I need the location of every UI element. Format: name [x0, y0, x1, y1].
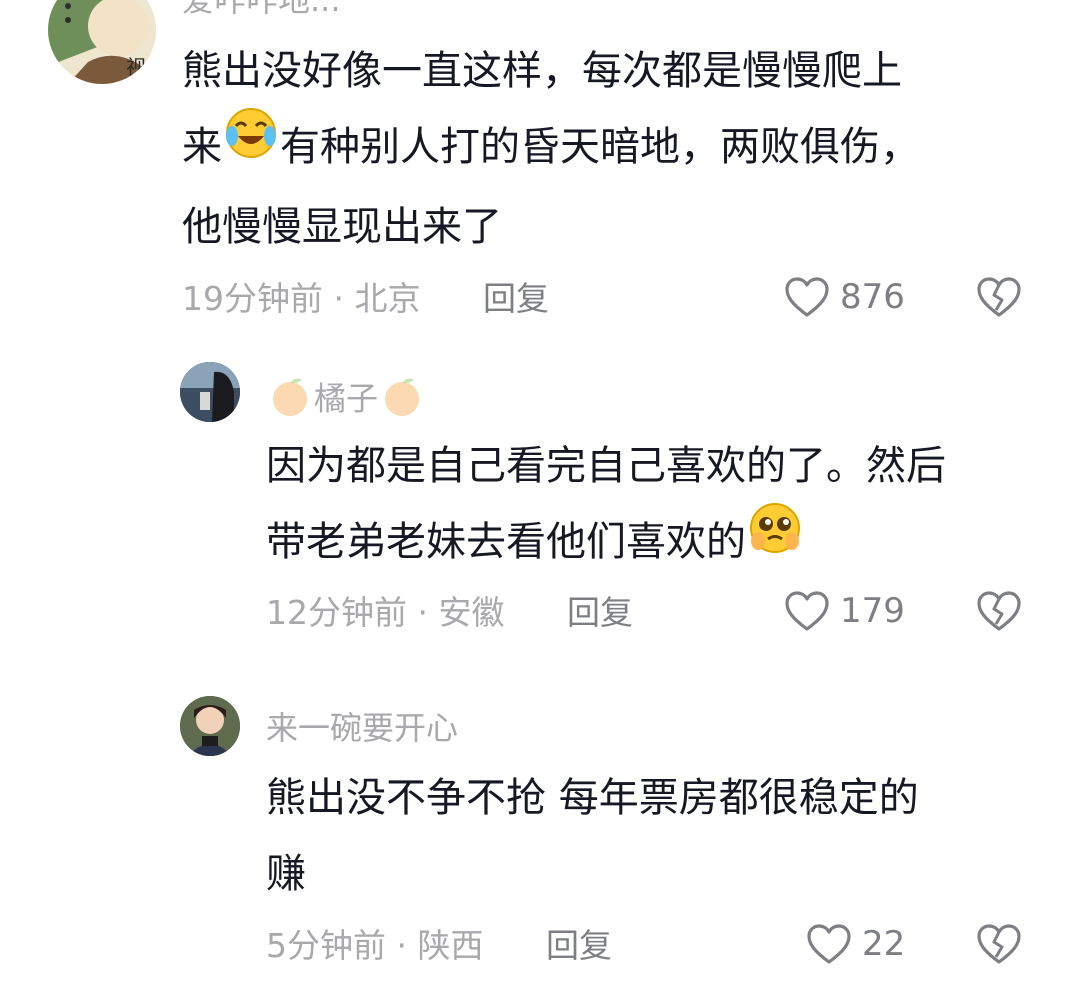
comment-text: 熊出没好像一直这样，每次都是慢慢爬上 来 有种别人打的昏天暗地，两败俱伤， 他慢… [182, 33, 920, 265]
comment-text-segment: 有种别人打的昏天暗地，两败俱伤， [280, 124, 920, 170]
location: 陕西 [417, 926, 484, 965]
broken-heart-icon [977, 924, 1021, 964]
reply-button[interactable]: 回复 [567, 593, 633, 632]
username[interactable]: 来一碗要开心 [266, 712, 458, 744]
broken-heart-icon [977, 277, 1021, 317]
timestamp: 12分钟前 [266, 593, 407, 632]
broken-heart-icon [977, 591, 1021, 631]
comment-text: 因为都是自己看完自己喜欢的了。然后 带老弟老妹去看他们喜欢的 [266, 428, 946, 584]
heart-outline-icon [785, 277, 829, 317]
avatar[interactable] [180, 362, 240, 422]
like-button[interactable]: 179 [784, 590, 905, 632]
svg-text:视: 视 [126, 55, 146, 79]
avatar-image: 视 [48, 0, 156, 84]
comment-text-line: 熊出没好像一直这样，每次都是慢慢爬上 [182, 48, 902, 94]
heart-outline-icon [785, 591, 829, 631]
laughing-crying-emoji-icon [224, 106, 278, 185]
avatar-image [180, 362, 240, 422]
avatar[interactable]: 视 [48, 0, 156, 84]
comment-text-line: 因为都是自己看完自己喜欢的了。然后 [266, 443, 946, 489]
dislike-button[interactable] [976, 923, 1022, 969]
avatar-image [180, 696, 240, 756]
like-button[interactable]: 876 [784, 276, 905, 318]
tangerine-emoji-icon [380, 374, 424, 423]
comment-text: 熊出没不争不抢 每年票房都很稳定的 赚 [266, 760, 919, 912]
timestamp: 19分钟前 [182, 279, 323, 318]
comment-text-line: 熊出没不争不抢 每年票房都很稳定的 [266, 775, 919, 821]
like-count: 179 [840, 591, 905, 631]
username[interactable]: 爱咋咋地... [182, 0, 341, 16]
timestamp: 5分钟前 [266, 926, 386, 965]
dislike-button[interactable] [976, 590, 1022, 636]
comment-text-line: 来 有种别人打的昏天暗地，两败俱伤， [182, 106, 920, 189]
dislike-button[interactable] [976, 276, 1022, 322]
reply-button[interactable]: 回复 [546, 926, 612, 965]
username-row[interactable]: 橘子 [266, 376, 426, 425]
separator: · [333, 279, 345, 318]
reply-button[interactable]: 回复 [483, 279, 549, 318]
comment-text-line: 赚 [266, 851, 306, 897]
like-count: 876 [840, 277, 905, 317]
pleading-face-emoji-icon [748, 501, 802, 580]
location: 安徽 [438, 593, 505, 632]
comment-meta: 12分钟前 · 安徽 回复 [266, 596, 633, 629]
comment-text-line: 他慢慢显现出来了 [182, 203, 502, 250]
location: 北京 [354, 279, 421, 318]
tangerine-emoji-icon [268, 374, 312, 423]
separator: · [396, 926, 408, 965]
like-button[interactable]: 22 [806, 923, 905, 965]
username: 橘子 [314, 379, 379, 418]
comment-text-segment: 来 [182, 124, 222, 170]
comment-text-segment: 带老弟老妹去看他们喜欢的 [266, 519, 746, 565]
separator: · [417, 593, 429, 632]
comment-meta: 19分钟前 · 北京 回复 [182, 282, 549, 315]
comment-meta: 5分钟前 · 陕西 回复 [266, 929, 612, 962]
comment-text-line: 带老弟老妹去看他们喜欢的 [266, 501, 946, 584]
heart-outline-icon [807, 924, 851, 964]
avatar[interactable] [180, 696, 240, 756]
like-count: 22 [862, 924, 906, 964]
